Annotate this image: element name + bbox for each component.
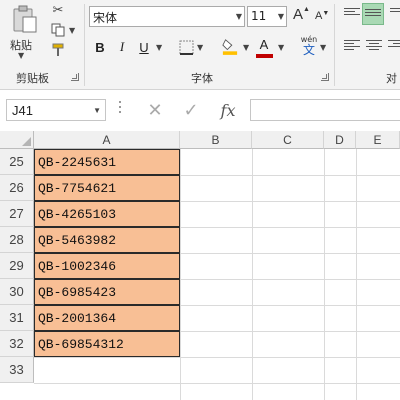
fill-color-dropdown-icon[interactable]: ▼ xyxy=(243,43,249,52)
font-name-select[interactable]: 宋体 ▼ xyxy=(89,6,245,27)
align-left-icon[interactable] xyxy=(344,38,360,52)
column-header-c[interactable]: C xyxy=(252,131,324,149)
cell-a29[interactable]: QB-1002346 xyxy=(34,253,180,279)
row-header[interactable]: 25 xyxy=(0,149,34,175)
cell-a26[interactable]: QB-7754621 xyxy=(34,175,180,201)
row-header[interactable]: 30 xyxy=(0,279,34,305)
row-header[interactable]: 29 xyxy=(0,253,34,279)
cell-a30[interactable]: QB-6985423 xyxy=(34,279,180,305)
gridline xyxy=(324,149,325,400)
gridline xyxy=(180,149,181,400)
border-dropdown-icon[interactable]: ▼ xyxy=(197,43,203,52)
font-group-label: 字体 xyxy=(191,72,213,85)
name-box[interactable]: J41 ▼ xyxy=(6,99,106,121)
group-divider xyxy=(84,4,85,86)
gridline xyxy=(356,149,357,400)
ribbon: 粘贴 ▼ ✂ ▼ 剪贴板 宋体 ▼ 11 ▼ A▲ A▼ B I U ▼ ▼ ▼… xyxy=(0,0,400,90)
format-painter-icon[interactable] xyxy=(50,42,66,58)
underline-dropdown-icon[interactable]: ▼ xyxy=(156,43,162,52)
underline-button[interactable]: U xyxy=(135,38,153,56)
group-divider xyxy=(334,4,335,86)
cut-icon[interactable]: ✂ xyxy=(50,2,66,18)
phonetic-dropdown-icon[interactable]: ▼ xyxy=(320,43,326,52)
chevron-down-icon[interactable]: ▼ xyxy=(236,12,242,21)
row-header[interactable]: 32 xyxy=(0,331,34,357)
shrink-font-button[interactable]: A▼ xyxy=(315,10,329,22)
bold-button[interactable]: B xyxy=(91,38,109,56)
align-top-icon[interactable] xyxy=(344,6,360,20)
italic-button[interactable]: I xyxy=(113,38,131,56)
gridline xyxy=(34,357,400,358)
clipboard-group-label: 剪贴板 xyxy=(16,72,49,85)
cell-a27[interactable]: QB-4265103 xyxy=(34,201,180,227)
font-name-value: 宋体 xyxy=(93,11,118,25)
column-header-a[interactable]: A xyxy=(34,131,180,149)
align-center-icon[interactable] xyxy=(366,38,382,52)
row-header[interactable]: 33 xyxy=(0,357,34,383)
paste-icon[interactable] xyxy=(12,5,38,33)
formula-input[interactable] xyxy=(250,99,400,121)
paste-dropdown-icon[interactable]: ▼ xyxy=(18,51,24,60)
phonetic-char: 文 xyxy=(302,43,315,57)
copy-dropdown-icon[interactable]: ▼ xyxy=(69,26,75,35)
font-color-dropdown-icon[interactable]: ▼ xyxy=(278,43,284,52)
name-box-value: J41 xyxy=(12,103,33,118)
row-header[interactable]: 27 xyxy=(0,201,34,227)
font-size-value: 11 xyxy=(251,9,267,23)
column-header-d[interactable]: D xyxy=(324,131,356,149)
gridline xyxy=(252,149,253,400)
align-middle-icon xyxy=(365,7,381,21)
cell-a32[interactable]: QB-69854312 xyxy=(34,331,180,357)
select-all-button[interactable] xyxy=(0,131,34,149)
cell-a31[interactable]: QB-2001364 xyxy=(34,305,180,331)
clipboard-launcher-icon[interactable] xyxy=(71,73,79,81)
font-size-select[interactable]: 11 ▼ xyxy=(247,6,287,27)
font-color-button[interactable]: A xyxy=(255,35,273,53)
cell-a28[interactable]: QB-5463982 xyxy=(34,227,180,253)
gridline xyxy=(34,383,400,384)
border-icon[interactable] xyxy=(178,39,194,55)
grow-font-button[interactable]: A▲ xyxy=(293,6,310,23)
alignment-group-label: 对 xyxy=(386,72,397,85)
row-header[interactable]: 31 xyxy=(0,305,34,331)
column-header-b[interactable]: B xyxy=(180,131,252,149)
row-header[interactable]: 26 xyxy=(0,175,34,201)
align-bottom-icon[interactable] xyxy=(390,6,400,20)
enter-icon[interactable]: ✓ xyxy=(176,99,206,121)
align-middle-button[interactable] xyxy=(362,3,384,25)
chevron-down-icon[interactable]: ▼ xyxy=(278,12,284,21)
font-color-swatch xyxy=(256,54,273,58)
row-header[interactable]: 28 xyxy=(0,227,34,253)
copy-icon[interactable] xyxy=(50,22,66,38)
grow-font-label: A xyxy=(293,6,304,23)
align-right-icon[interactable] xyxy=(388,38,400,52)
cancel-icon[interactable]: ✕ xyxy=(140,99,170,121)
column-header-e[interactable]: E xyxy=(356,131,400,149)
cell-a25[interactable]: QB-2245631 xyxy=(34,149,180,175)
font-launcher-icon[interactable] xyxy=(321,73,329,81)
chevron-down-icon[interactable]: ▼ xyxy=(93,106,101,115)
insert-function-button[interactable]: fx xyxy=(210,98,246,122)
fill-color-icon[interactable] xyxy=(222,36,238,56)
phonetic-button[interactable]: wén 文 xyxy=(299,36,319,57)
drag-handle[interactable] xyxy=(119,101,122,117)
